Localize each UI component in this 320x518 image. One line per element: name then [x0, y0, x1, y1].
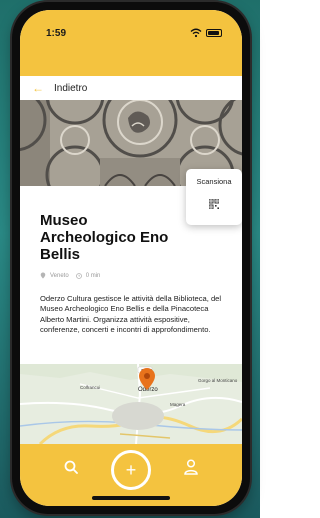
museum-description: Oderzo Cultura gestisce le attività dell…: [40, 294, 222, 335]
back-navigation[interactable]: ← Indietro: [20, 76, 242, 100]
map-pin-icon[interactable]: [139, 368, 155, 390]
scan-label[interactable]: Scansiona: [186, 177, 242, 186]
back-label[interactable]: Indietro: [54, 83, 87, 94]
clock-icon: [75, 272, 82, 279]
status-time: 1:59: [46, 28, 67, 39]
museum-meta: Veneto 0 min: [40, 272, 100, 279]
museum-title: Museo Archeologico Eno Bellis: [40, 212, 169, 263]
battery-icon: [206, 29, 222, 37]
map-graphic: [20, 364, 242, 444]
home-indicator: [92, 496, 170, 500]
location-text: Veneto: [50, 272, 69, 279]
status-icons: [190, 28, 222, 38]
app-screen: 1:59 ← Indietro Museo Archeologico Eno B…: [20, 10, 242, 506]
arrow-left-icon[interactable]: ←: [32, 81, 44, 95]
map-label-gorgo: Gorgo al Monticano: [198, 378, 238, 383]
scan-popup[interactable]: Scansiona: [186, 169, 242, 225]
header-bar: 1:59: [20, 10, 242, 76]
phone-frame: 1:59 ← Indietro Museo Archeologico Eno B…: [12, 2, 250, 514]
wifi-icon: [190, 28, 202, 38]
user-icon[interactable]: [184, 459, 198, 475]
map-view[interactable]: SP15 Colfrancui Oderzo Gorgo al Montican…: [20, 364, 242, 444]
map-label-colfrancui: Colfrancui: [80, 385, 101, 390]
add-button[interactable]: +: [111, 450, 151, 490]
search-icon[interactable]: [64, 460, 78, 474]
map-label-magera: Magera: [170, 402, 186, 407]
qr-code-icon[interactable]: [209, 199, 219, 209]
duration-text: 0 min: [85, 272, 101, 279]
plus-icon[interactable]: +: [114, 453, 148, 487]
location-pin-icon: [40, 272, 46, 279]
